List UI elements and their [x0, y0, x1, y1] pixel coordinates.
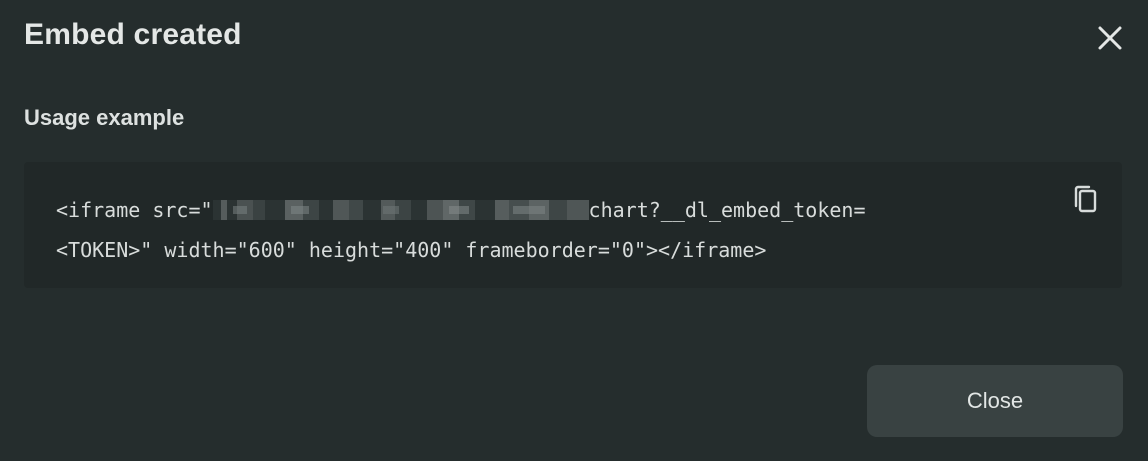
code-line1-prefix: <iframe src=" [56, 198, 213, 222]
redacted-url [212, 200, 589, 220]
code-line2: <TOKEN>" width="600" height="400" frameb… [56, 238, 767, 262]
code-block: <iframe src=" chart?__dl_embed_token= <TO… [24, 162, 1122, 288]
close-button[interactable]: Close [867, 365, 1123, 437]
code-line1-suffix: chart?__dl_embed_token= [588, 198, 866, 222]
embed-code[interactable]: <iframe src=" chart?__dl_embed_token= <TO… [56, 190, 1016, 270]
embed-created-dialog: Embed created Usage example <iframe src=… [0, 0, 1148, 461]
close-icon[interactable] [1094, 22, 1126, 54]
usage-example-label: Usage example [24, 105, 185, 130]
dialog-title: Embed created [24, 18, 242, 51]
copy-icon[interactable] [1070, 182, 1100, 216]
